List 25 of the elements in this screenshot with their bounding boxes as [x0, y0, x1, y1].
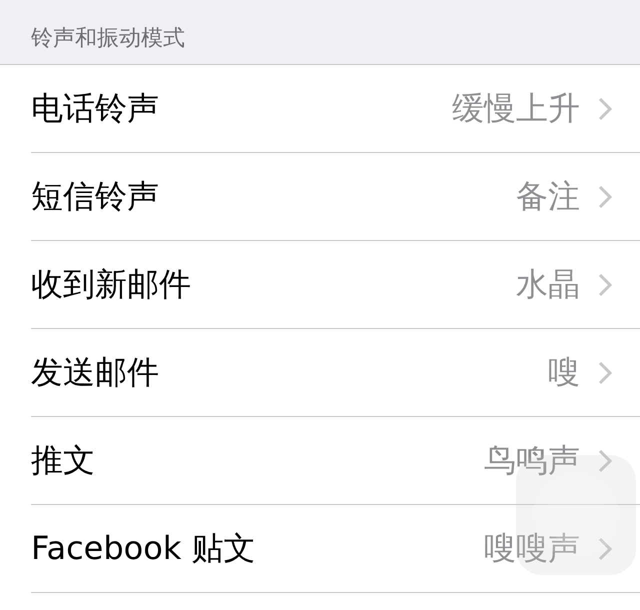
settings-row[interactable]: 推文 鸟鸣声	[31, 417, 640, 505]
settings-row[interactable]: 发送邮件 嗖	[31, 329, 640, 417]
row-label: 发送邮件	[31, 352, 160, 392]
row-value: 备注	[516, 176, 580, 216]
row-label: 推文	[31, 440, 96, 480]
row-value: 嗖嗖声	[484, 528, 580, 568]
row-label: Facebook 贴文	[31, 528, 257, 568]
chevron-icon	[598, 536, 612, 560]
settings-row[interactable]: 收到新邮件 水晶	[31, 241, 640, 329]
row-label: 收到新邮件	[31, 264, 192, 304]
settings-row[interactable]: 短信铃声 备注	[31, 153, 640, 241]
row-value: 鸟鸣声	[484, 440, 580, 480]
row-value: 水晶	[516, 264, 580, 304]
section-header: 铃声和振动模式	[31, 28, 185, 50]
row-value: 缓慢上升	[452, 88, 580, 128]
chevron-icon	[598, 448, 612, 472]
row-value: 嗖	[548, 352, 580, 392]
chevron-icon	[598, 360, 612, 384]
chevron-icon	[598, 184, 612, 208]
settings-row[interactable]: 电话铃声 缓慢上升	[31, 65, 640, 153]
chevron-icon	[598, 272, 612, 296]
settings-row[interactable]: Facebook 贴文 嗖嗖声	[31, 505, 640, 593]
row-label: 电话铃声	[31, 88, 160, 128]
chevron-icon	[598, 96, 612, 120]
row-label: 短信铃声	[31, 176, 160, 216]
